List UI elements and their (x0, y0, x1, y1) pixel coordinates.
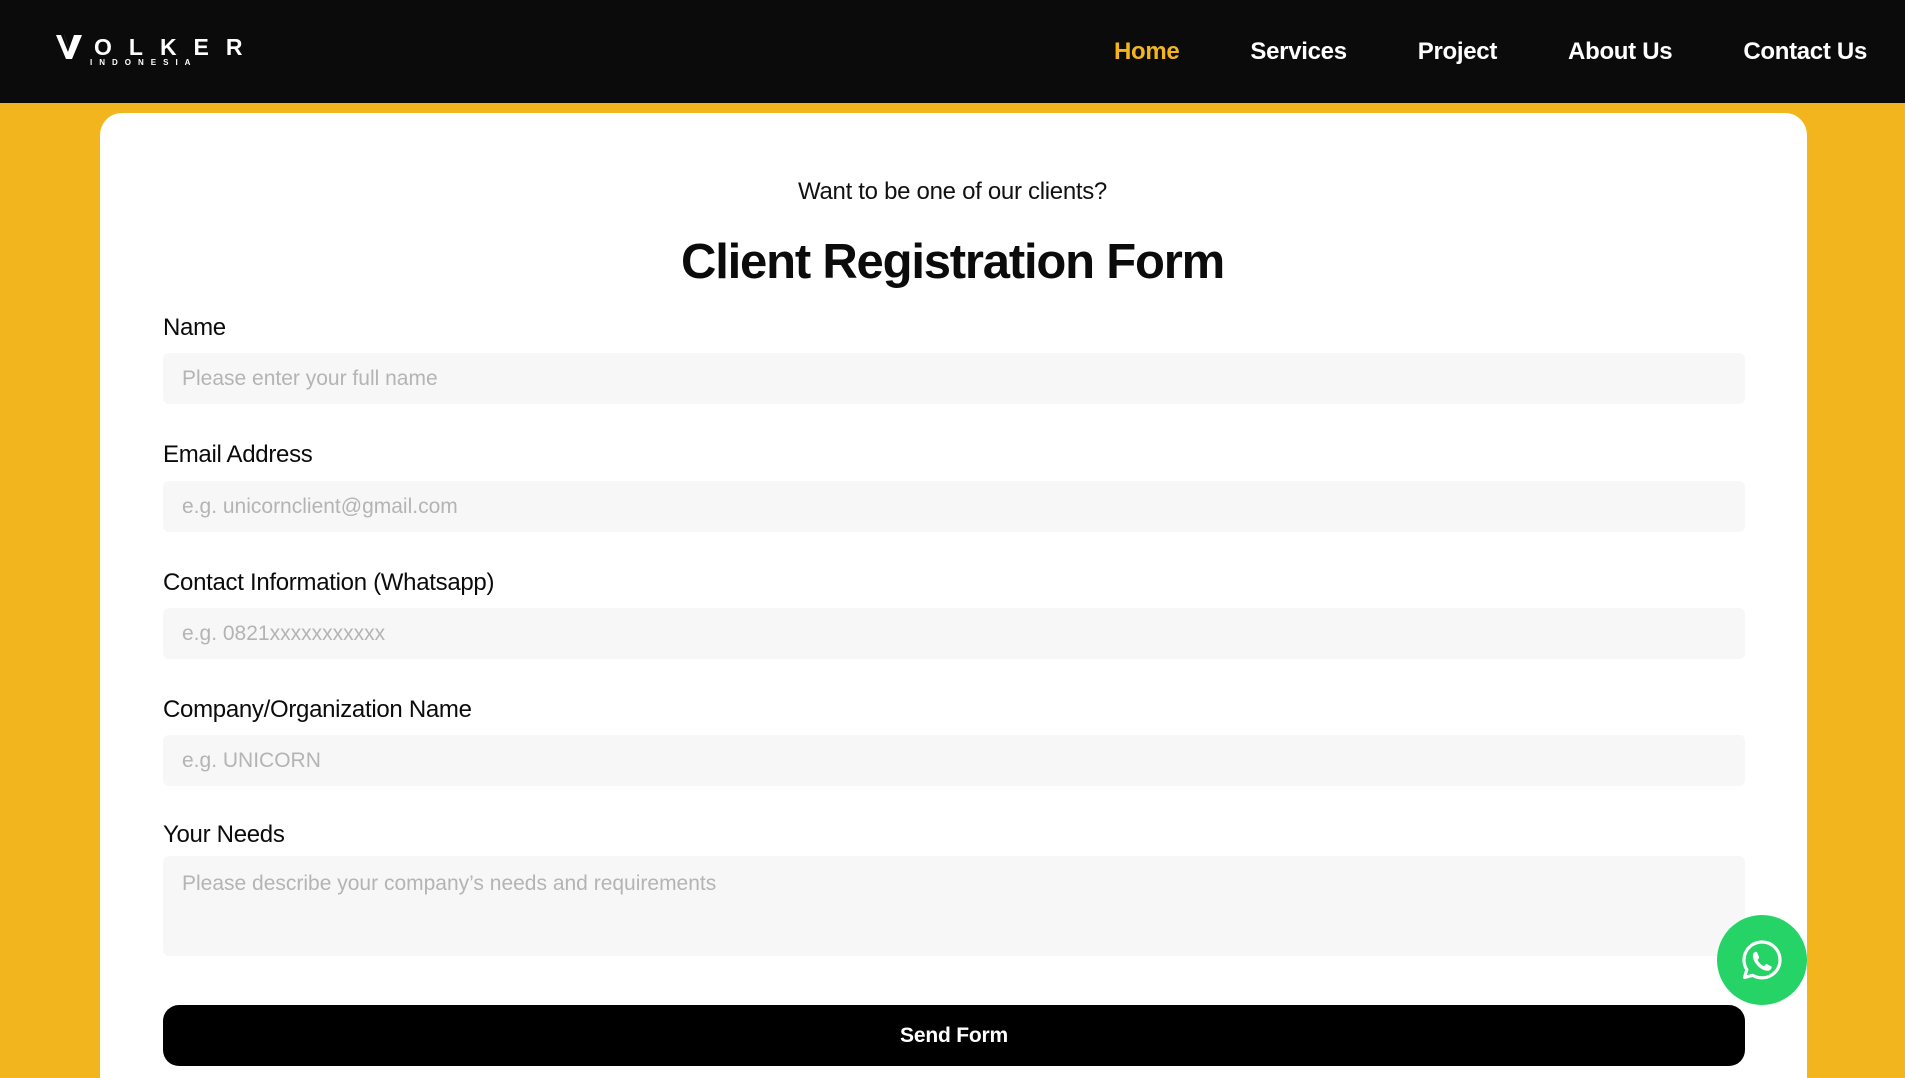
needs-label: Your Needs (163, 821, 285, 848)
logo-wordmark: OLKER (56, 34, 260, 60)
nav-item-about-us[interactable]: About Us (1568, 38, 1673, 66)
whatsapp-contact-label: Contact Information (Whatsapp) (163, 569, 495, 596)
top-navbar: OLKER INDONESIA Home Services Project Ab… (0, 0, 1905, 103)
nav-item-project[interactable]: Project (1418, 38, 1498, 66)
whatsapp-floating-button[interactable] (1717, 915, 1807, 1005)
form-title: Client Registration Form (681, 235, 1225, 289)
name-label: Name (163, 314, 226, 341)
needs-textarea[interactable] (163, 856, 1745, 956)
company-name-input[interactable] (163, 735, 1745, 786)
logo-text: OLKER (94, 34, 260, 60)
main-nav: Home Services Project About Us Contact U… (1043, 0, 1867, 103)
nav-item-home[interactable]: Home (1114, 38, 1180, 66)
whatsapp-contact-input[interactable] (163, 608, 1745, 659)
volker-v-logo-icon (56, 35, 82, 59)
email-input[interactable] (163, 481, 1745, 532)
form-tagline: Want to be one of our clients? (798, 178, 1107, 205)
company-name-label: Company/Organization Name (163, 696, 472, 723)
brand-logo[interactable]: OLKER INDONESIA (56, 34, 260, 67)
logo-subtext: INDONESIA (90, 58, 198, 67)
nav-item-contact-us[interactable]: Contact Us (1743, 38, 1867, 66)
nav-item-services[interactable]: Services (1250, 38, 1347, 66)
send-form-button[interactable]: Send Form (163, 1005, 1745, 1066)
whatsapp-icon (1742, 940, 1782, 980)
name-input[interactable] (163, 353, 1745, 404)
email-label: Email Address (163, 441, 313, 468)
